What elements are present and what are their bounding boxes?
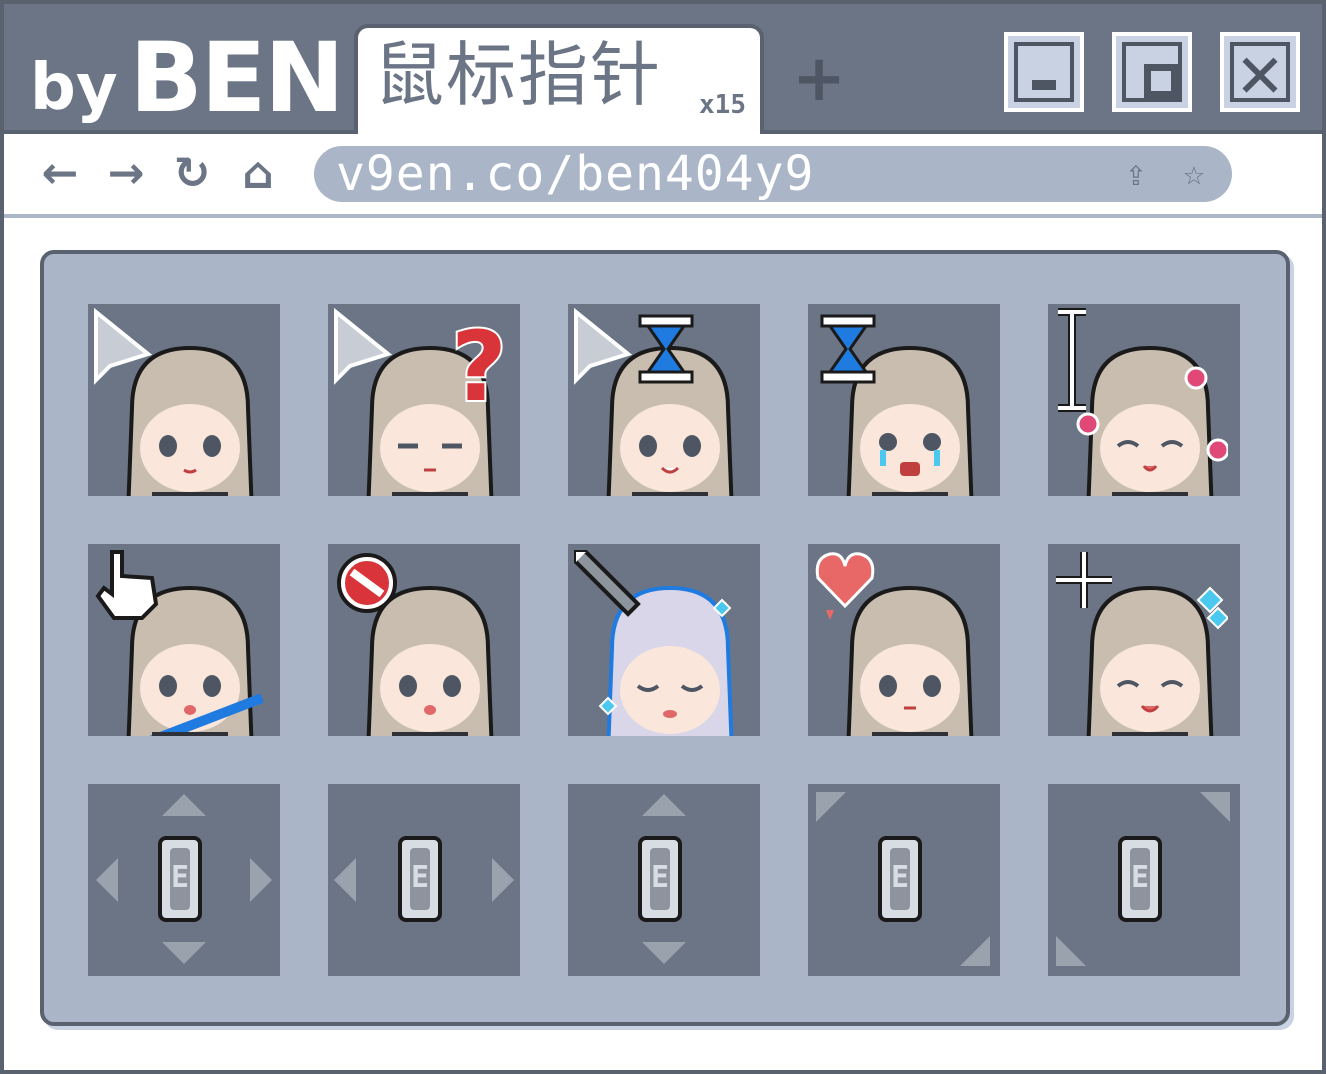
- refresh-icon[interactable]: ↻: [166, 152, 218, 196]
- maximize-button[interactable]: [1112, 32, 1192, 112]
- horizontal-arrows-icon: E: [398, 836, 442, 922]
- maximize-icon: [1122, 42, 1182, 102]
- corner-sw-icon: [1056, 936, 1086, 966]
- diagonal-nw-se-icon: E: [878, 836, 922, 922]
- cursor-grid-panel: ? E E E E E: [40, 250, 1290, 1026]
- cursor-cell-working-in-background[interactable]: [568, 304, 760, 496]
- forward-arrow-icon[interactable]: →: [100, 152, 152, 196]
- new-tab-button[interactable]: +: [792, 47, 846, 111]
- crosshair-icon: [1056, 552, 1112, 608]
- brand-by: by: [30, 51, 118, 125]
- address-bar[interactable]: v9en.co/ben404y9 ⇪ ☆: [314, 146, 1232, 202]
- vertical-arrows-icon: E: [638, 836, 682, 922]
- arrow-down-icon: [642, 942, 686, 964]
- url-text: v9en.co/ben404y9: [336, 146, 815, 202]
- arrow-cursor-icon: [574, 308, 632, 385]
- chip-letter: E: [890, 860, 910, 895]
- cursor-cell-unavailable[interactable]: [328, 544, 520, 736]
- character-portrait: [1076, 345, 1228, 496]
- close-icon: ✕: [1230, 42, 1290, 108]
- bookmark-star-icon[interactable]: ☆: [1172, 152, 1216, 196]
- minimize-icon: [1014, 42, 1074, 102]
- arrow-right-icon: [492, 858, 514, 902]
- chip-letter: E: [170, 860, 190, 895]
- arrow-up-icon: [162, 794, 206, 816]
- cursor-cell-handwriting[interactable]: [568, 544, 760, 736]
- cursor-cell-precision-select[interactable]: [1048, 544, 1240, 736]
- no-entry-icon: [337, 553, 397, 613]
- cursor-cell-help-select[interactable]: ?: [328, 304, 520, 496]
- chip-letter: E: [650, 860, 670, 895]
- arrow-left-icon: [334, 858, 356, 902]
- cursor-cell-normal-select[interactable]: [88, 304, 280, 496]
- chip-letter: E: [1130, 860, 1150, 895]
- navigation-bar: ← → ↻ ⌂ v9en.co/ben404y9 ⇪ ☆: [4, 134, 1322, 218]
- corner-ne-icon: [1200, 792, 1230, 822]
- corner-nw-icon: [816, 792, 846, 822]
- cursor-cell-horizontal-resize[interactable]: E: [328, 784, 520, 976]
- cursor-cell-busy[interactable]: [808, 304, 1000, 496]
- cursor-cell-alternate-select[interactable]: [808, 544, 1000, 736]
- back-arrow-icon[interactable]: ←: [34, 152, 86, 196]
- brand-logo: by BEN: [30, 16, 345, 134]
- heart-icon: [815, 552, 875, 620]
- arrow-up-icon: [642, 794, 686, 816]
- cursor-cell-move[interactable]: E: [88, 784, 280, 976]
- tab-label: 鼠标指针: [374, 34, 662, 116]
- cursor-cell-vertical-resize[interactable]: E: [568, 784, 760, 976]
- brand-name: BEN: [129, 22, 345, 134]
- browser-window: by BEN 鼠标指针 x15 + ✕ ← → ↻ ⌂ v9en.co/ben4…: [0, 0, 1326, 1074]
- arrow-right-icon: [250, 858, 272, 902]
- cursor-cell-link-select[interactable]: [88, 544, 280, 736]
- ibeam-icon: [1058, 308, 1086, 412]
- arrow-cursor-icon: [334, 308, 392, 385]
- chip-letter: E: [410, 860, 430, 895]
- share-icon[interactable]: ⇪: [1114, 152, 1158, 196]
- move-arrows-icon: E: [158, 836, 202, 922]
- hourglass-icon: [820, 314, 876, 384]
- arrow-down-icon: [162, 942, 206, 964]
- diagonal-ne-sw-icon: E: [1118, 836, 1162, 922]
- tab-active[interactable]: 鼠标指针 x15: [354, 24, 764, 134]
- tab-count: x15: [699, 90, 746, 120]
- cursor-cell-diagonal-resize-2[interactable]: E: [1048, 784, 1240, 976]
- question-mark-icon: ?: [449, 320, 509, 416]
- home-icon[interactable]: ⌂: [232, 152, 284, 196]
- hand-pointer-icon: [95, 550, 159, 620]
- corner-se-icon: [960, 936, 990, 966]
- pen-icon: [574, 550, 641, 617]
- close-button[interactable]: ✕: [1220, 32, 1300, 112]
- cursor-cell-text-select[interactable]: [1048, 304, 1240, 496]
- cursor-cell-diagonal-resize-1[interactable]: E: [808, 784, 1000, 976]
- hourglass-icon: [638, 314, 694, 384]
- svg-text:?: ?: [451, 320, 507, 416]
- minimize-button[interactable]: [1004, 32, 1084, 112]
- arrow-left-icon: [96, 858, 118, 902]
- title-bar: by BEN 鼠标指针 x15 + ✕: [4, 4, 1322, 134]
- arrow-cursor-icon: [94, 308, 152, 385]
